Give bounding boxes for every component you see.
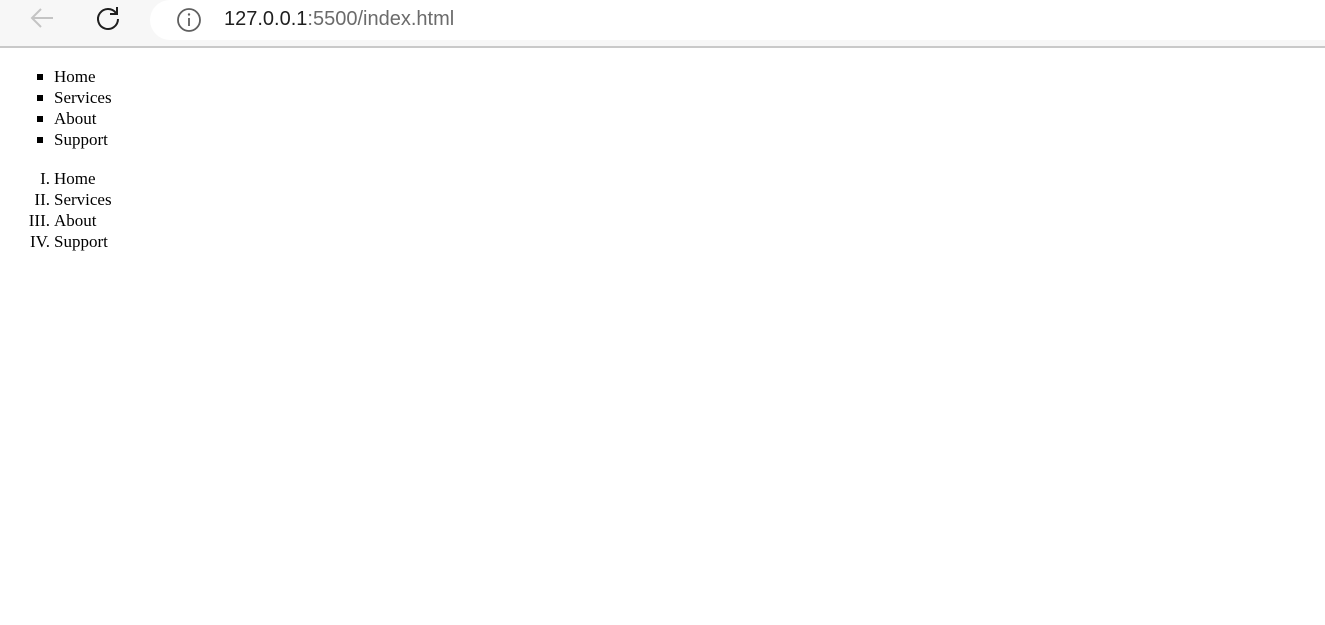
list-item-about: About xyxy=(54,109,97,128)
square-bullet-icon xyxy=(37,95,43,101)
back-button[interactable] xyxy=(26,4,58,36)
list-item: IV. Support xyxy=(0,231,1325,252)
list-item-services: Services xyxy=(54,88,112,107)
ordered-nav-list: I. Home II. Services III. About IV. Support xyxy=(0,168,1325,252)
list-item-about: About xyxy=(54,211,97,230)
list-item: I. Home xyxy=(0,168,1325,189)
roman-numeral-marker: IV. xyxy=(30,232,50,251)
info-icon[interactable] xyxy=(176,7,202,33)
square-bullet-icon xyxy=(37,116,43,122)
page-content: Home Services About Support I. Home II. Se… xyxy=(0,48,1325,252)
list-item: III. About xyxy=(0,210,1325,231)
list-item: About xyxy=(0,108,1325,129)
unordered-nav-list: Home Services About Support xyxy=(0,66,1325,150)
list-item: Services xyxy=(0,87,1325,108)
list-item: Support xyxy=(0,129,1325,150)
list-item: II. Services xyxy=(0,189,1325,210)
square-bullet-icon xyxy=(37,137,43,143)
roman-numeral-marker: I. xyxy=(40,169,50,188)
list-item-services: Services xyxy=(54,190,112,209)
browser-toolbar: 127.0.0.1:5500/index.html xyxy=(0,0,1325,48)
roman-numeral-marker: II. xyxy=(34,190,50,209)
reload-icon xyxy=(94,4,122,37)
url-text[interactable]: 127.0.0.1:5500/index.html xyxy=(224,6,454,32)
list-item-support: Support xyxy=(54,232,108,251)
list-item: Home xyxy=(0,66,1325,87)
url-host: 127.0.0.1 xyxy=(224,8,308,30)
list-item-support: Support xyxy=(54,130,108,149)
roman-numeral-marker: III. xyxy=(28,211,50,230)
reload-button[interactable] xyxy=(92,4,124,36)
list-item-home: Home xyxy=(54,67,96,86)
square-bullet-icon xyxy=(37,74,43,80)
url-path: :5500/index.html xyxy=(307,8,455,30)
address-bar[interactable]: 127.0.0.1:5500/index.html xyxy=(150,0,1325,40)
list-item-home: Home xyxy=(54,169,96,188)
arrow-left-icon xyxy=(28,4,56,37)
